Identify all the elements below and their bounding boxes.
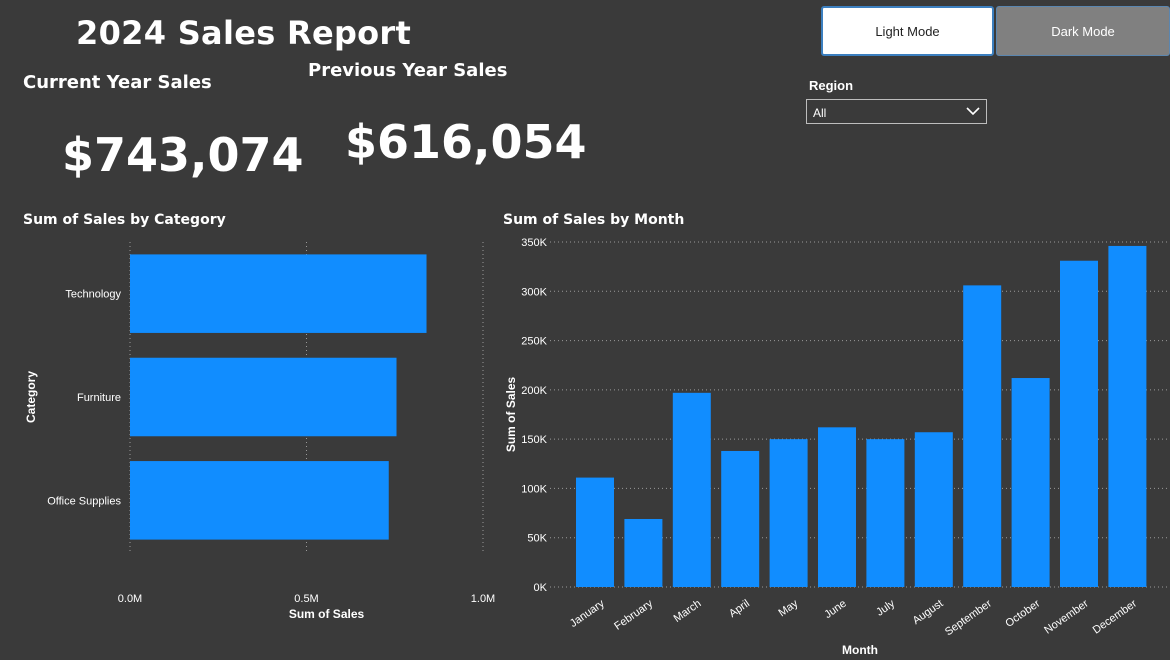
month-tick-label: June <box>822 598 848 622</box>
month-bar <box>576 477 614 587</box>
category-label: Office Supplies <box>47 495 121 507</box>
month-bar <box>818 427 856 587</box>
month-tick-label: July <box>874 597 897 618</box>
month-bar <box>672 392 711 587</box>
month-tick-label: January <box>568 597 607 630</box>
category-bar <box>130 254 427 333</box>
month-tick-label: April <box>727 598 752 620</box>
month-tick-label: October <box>1003 597 1042 629</box>
region-filter-label: Region <box>809 78 854 93</box>
category-label: Furniture <box>77 392 121 404</box>
month-bar <box>721 450 760 587</box>
y-tick-label: 150K <box>521 434 547 446</box>
x-tick-label: 0.5M <box>294 593 318 605</box>
chevron-down-icon <box>966 105 980 120</box>
x-axis-title: Sum of Sales <box>289 607 365 621</box>
month-bar <box>1060 260 1098 587</box>
y-tick-label: 200K <box>521 385 547 397</box>
current-year-sales-value: $743,074 <box>62 128 304 182</box>
region-dropdown[interactable]: All <box>806 99 987 124</box>
y-tick-label: 100K <box>521 483 547 495</box>
month-tick-label: December <box>1091 597 1140 636</box>
y-axis-title: Sum of Sales <box>504 376 518 452</box>
month-tick-label: November <box>1042 597 1091 636</box>
dark-mode-button[interactable]: Dark Mode <box>996 6 1170 56</box>
month-bar <box>1011 378 1050 587</box>
month-bar <box>963 285 1002 587</box>
previous-year-sales-label: Previous Year Sales <box>308 60 508 81</box>
month-tick-label: August <box>911 598 946 627</box>
month-bar <box>624 518 663 587</box>
month-bar <box>866 439 905 587</box>
y-axis-title: Category <box>24 371 38 423</box>
month-tick-label: March <box>672 598 704 625</box>
y-tick-label: 0K <box>534 582 548 594</box>
month-bar <box>769 439 808 587</box>
month-tick-label: May <box>776 597 800 619</box>
category-bar <box>130 461 389 540</box>
y-tick-label: 350K <box>521 237 547 249</box>
category-label: Technology <box>65 289 121 301</box>
month-bar-chart: 0K 50K 100K 150K 200K 250K 300K 350K January Febr… <box>504 237 1170 657</box>
page-title: 2024 Sales Report <box>76 14 412 52</box>
y-tick-label: 50K <box>527 533 547 545</box>
category-chart-title: Sum of Sales by Category <box>23 212 226 228</box>
month-tick-label: February <box>612 597 655 632</box>
previous-year-sales-value: $616,054 <box>345 115 587 169</box>
category-bar <box>130 357 397 437</box>
y-tick-label: 300K <box>521 286 547 298</box>
month-tick-label: September <box>943 597 994 638</box>
month-bar <box>914 432 953 587</box>
month-bar <box>1108 245 1147 587</box>
category-bar-chart: 0.0M 0.5M 1.0MTechnologyFurnitureOffice Su… <box>24 242 495 621</box>
x-axis-title: Month <box>842 643 878 657</box>
month-chart-title: Sum of Sales by Month <box>503 212 685 228</box>
y-tick-label: 250K <box>521 336 547 348</box>
region-dropdown-value: All <box>813 106 827 120</box>
x-tick-label: 0.0M <box>118 593 142 605</box>
current-year-sales-label: Current Year Sales <box>23 72 212 93</box>
light-mode-button[interactable]: Light Mode <box>821 6 994 56</box>
